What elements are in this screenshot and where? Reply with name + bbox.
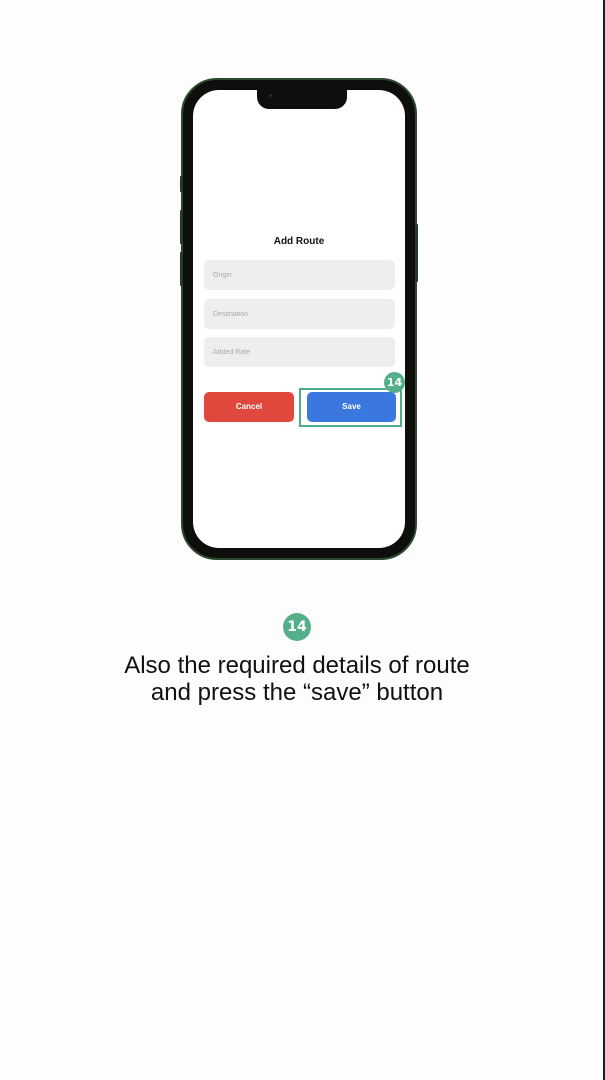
destination-input[interactable] xyxy=(204,299,395,329)
added-rate-input[interactable] xyxy=(204,337,395,367)
phone-mockup: Add Route Cancel Save xyxy=(180,78,418,560)
add-route-title: Add Route xyxy=(273,236,325,247)
cancel-button[interactable]: Cancel xyxy=(204,392,294,422)
save-button-highlight xyxy=(299,388,402,427)
phone-notch xyxy=(257,90,347,109)
phone-screen: Add Route Cancel Save xyxy=(193,90,405,548)
phone-power-button xyxy=(415,224,418,282)
step-badge: 14 xyxy=(283,613,311,641)
step-badge-small: 14 xyxy=(384,372,405,393)
phone-mute-switch xyxy=(180,176,183,192)
step-caption: Also the required details of route and p… xyxy=(124,652,470,706)
phone-volume-down xyxy=(180,252,183,286)
phone-volume-up xyxy=(180,210,183,244)
origin-input[interactable] xyxy=(204,260,395,290)
tutorial-page: Add Route Cancel Save 14 14 Also the req… xyxy=(0,0,605,1080)
camera-dot xyxy=(269,94,272,97)
